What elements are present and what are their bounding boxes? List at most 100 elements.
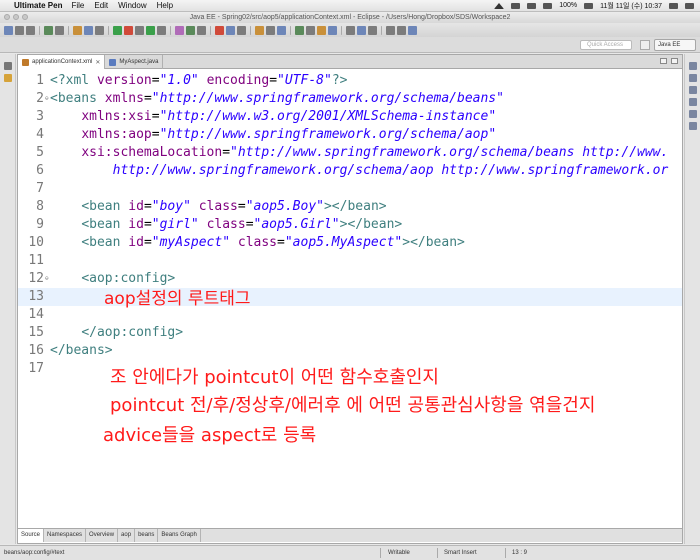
toolbar-separator — [341, 25, 342, 35]
menu-app-name[interactable]: Ultimate Pen — [14, 1, 62, 10]
menu-file[interactable]: File — [71, 1, 84, 10]
code-area[interactable]: 1 <?xml version="1.0" encoding="UTF-8"?>… — [18, 70, 682, 516]
tag-open: <beans — [50, 91, 105, 106]
maximize-editor-icon[interactable] — [671, 58, 678, 64]
project-explorer-icon[interactable] — [4, 74, 12, 82]
toolbar-separator — [108, 25, 109, 35]
outline-icon[interactable] — [689, 74, 697, 82]
toolbar-action-icon[interactable] — [73, 25, 82, 35]
toolbar-action-icon[interactable] — [26, 25, 35, 35]
tab-my-aspect[interactable]: MyAspect.java — [105, 55, 164, 69]
toolbar-action-icon[interactable] — [186, 25, 195, 35]
toolbar-action-icon[interactable] — [306, 25, 315, 35]
toolbar-action-icon[interactable] — [215, 25, 224, 35]
toolbar-action-icon[interactable] — [197, 25, 206, 35]
equals: = — [143, 235, 152, 250]
quick-access-input[interactable]: Quick Access — [580, 40, 632, 50]
equals: = — [222, 145, 231, 160]
toolbar-action-icon[interactable] — [175, 25, 184, 35]
restore-view-icon[interactable] — [4, 62, 12, 70]
toolbar-action-icon[interactable] — [44, 25, 53, 35]
line-number: 1 — [36, 73, 44, 88]
toolbar-action-icon[interactable] — [95, 25, 104, 35]
fold-toggle-icon[interactable]: ⊖ — [45, 95, 49, 103]
toolbar-action-icon[interactable] — [157, 25, 166, 35]
toolbar-action-icon[interactable] — [328, 25, 337, 35]
code-line-9: 9 <bean id="girl" class="aop5.Girl"></be… — [18, 216, 682, 234]
toolbar-action-icon[interactable] — [113, 25, 122, 35]
toolbar-action-icon[interactable] — [55, 25, 64, 35]
menu-list-icon[interactable] — [685, 2, 694, 9]
fold-toggle-icon[interactable]: ⊖ — [45, 275, 49, 283]
search-icon[interactable] — [669, 2, 678, 9]
toolbar-action-icon[interactable] — [15, 25, 24, 35]
toolbar-action-icon[interactable] — [357, 25, 366, 35]
menu-edit[interactable]: Edit — [94, 1, 108, 10]
battery-percent[interactable]: 100% — [559, 2, 577, 9]
toolbar-action-icon[interactable] — [124, 25, 133, 35]
restore-panel-icon[interactable] — [689, 62, 697, 70]
tray-app-icon[interactable] — [494, 2, 505, 9]
task-list-icon[interactable] — [689, 86, 697, 94]
wifi-icon[interactable] — [527, 2, 537, 9]
toolbar-action-icon[interactable] — [397, 25, 406, 35]
minimize-editor-icon[interactable] — [660, 58, 667, 64]
bottom-tab-aop[interactable]: aop — [118, 529, 136, 542]
code-line-2: 2 ⊖ <beans xmlns="http://www.springframew… — [18, 90, 682, 108]
attr-value: "http://www.w3.org/2001/XMLSchema-instan… — [159, 109, 497, 124]
bottom-tab-beans[interactable]: beans — [135, 529, 159, 542]
bottom-tab-beans-graph[interactable]: Beans Graph — [158, 529, 201, 542]
toolbar-action-icon[interactable] — [226, 25, 235, 35]
toolbar-action-icon[interactable] — [84, 25, 93, 35]
window-titlebar: Java EE - Spring02/src/aop5/applicationC… — [0, 12, 700, 23]
tab-label: MyAspect.java — [119, 59, 159, 65]
window-controls — [4, 14, 28, 20]
toolbar-action-icon[interactable] — [295, 25, 304, 35]
left-trim — [0, 54, 16, 544]
console-icon[interactable] — [689, 122, 697, 130]
bottom-tab-source[interactable]: Source — [18, 529, 45, 542]
editor-tabs: applicationContext.xml ✕ MyAspect.java — [18, 55, 682, 69]
toolbar-action-icon[interactable] — [386, 25, 395, 35]
editor-window-controls — [660, 58, 678, 64]
menu-window[interactable]: Window — [118, 1, 146, 10]
toolbar-action-icon[interactable] — [408, 25, 417, 35]
toolbar-action-icon[interactable] — [317, 25, 326, 35]
markers-icon[interactable] — [689, 98, 697, 106]
line-number: 13 — [28, 289, 44, 304]
status-cursor-position: 13 : 9 — [512, 550, 528, 556]
tab-application-context[interactable]: applicationContext.xml ✕ — [18, 55, 106, 69]
bottom-tab-namespaces[interactable]: Namespaces — [44, 529, 87, 542]
battery-icon[interactable] — [584, 2, 594, 9]
status-divider — [437, 548, 438, 558]
toolbar-action-icon[interactable] — [346, 25, 355, 35]
open-perspective-icon[interactable] — [640, 40, 650, 50]
code-line-1: 1 <?xml version="1.0" encoding="UTF-8"?> — [18, 72, 682, 90]
toolbar-action-icon[interactable] — [266, 25, 275, 35]
toolbar-action-icon[interactable] — [368, 25, 377, 35]
attr-value: "aop5.Boy" — [245, 199, 324, 214]
attr-value: "http://www.springframework.org/schema/b… — [230, 145, 669, 160]
attr-name: id — [128, 235, 144, 250]
window-title: Java EE - Spring02/src/aop5/applicationC… — [189, 14, 511, 21]
toolbar-action-icon[interactable] — [146, 25, 155, 35]
toolbar-action-icon[interactable] — [255, 25, 264, 35]
toolbar-action-icon[interactable] — [277, 25, 286, 35]
perspective-java-ee-button[interactable]: Java EE — [654, 39, 696, 51]
toolbar-action-icon[interactable] — [135, 25, 144, 35]
menu-help[interactable]: Help — [157, 1, 173, 10]
xml-decl-end: ?> — [331, 73, 348, 88]
zoom-window-icon[interactable] — [22, 14, 28, 20]
servers-icon[interactable] — [689, 110, 697, 118]
close-tab-icon[interactable]: ✕ — [95, 59, 100, 66]
toolbar-action-icon[interactable] — [237, 25, 246, 35]
menubar-clock[interactable]: 11월 11일 (수) 10:37 — [600, 1, 662, 11]
bottom-tab-overview[interactable]: Overview — [86, 529, 119, 542]
toolbar-action-icon[interactable] — [4, 25, 13, 35]
close-window-icon[interactable] — [4, 14, 10, 20]
beans-close-tag: </beans> — [50, 343, 113, 358]
tray-sync-icon[interactable] — [511, 2, 521, 9]
minimize-window-icon[interactable] — [13, 14, 19, 20]
volume-icon[interactable] — [543, 2, 553, 9]
equals: = — [245, 217, 254, 232]
